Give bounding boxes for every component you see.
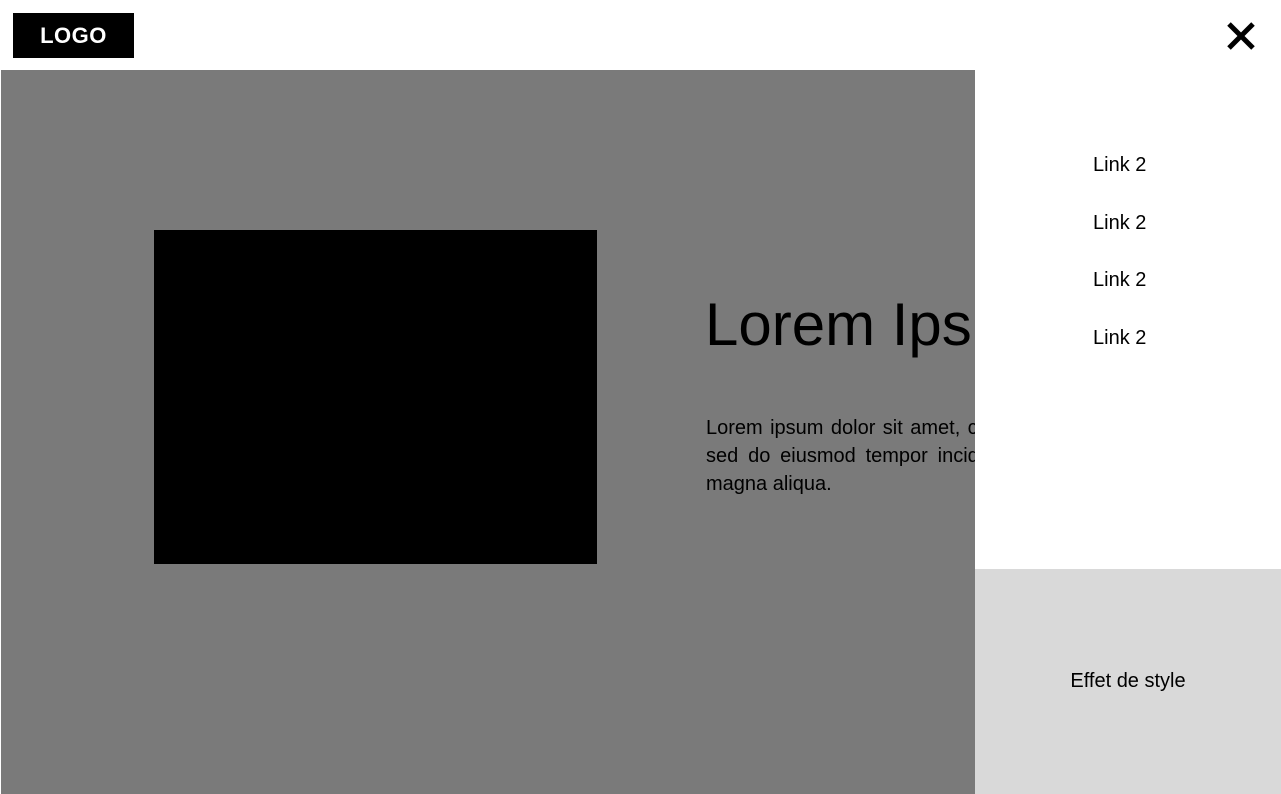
logo[interactable]: LOGO xyxy=(13,13,134,58)
menu-link[interactable]: Link 2 xyxy=(1093,326,1146,350)
menu-link[interactable]: Link 2 xyxy=(1093,153,1146,177)
menu-link[interactable]: Link 2 xyxy=(1093,268,1146,292)
menu-link[interactable]: Link 2 xyxy=(1093,211,1146,235)
menu-links: Link 2 Link 2 Link 2 Link 2 xyxy=(1093,153,1146,383)
style-effect-label: Effet de style xyxy=(1070,670,1186,692)
header: LOGO xyxy=(0,0,1281,70)
close-icon[interactable] xyxy=(1222,17,1260,55)
style-effect-panel: Effet de style xyxy=(975,569,1281,794)
page: LOGO Lorem Ipsum Lorem ipsum dolor sit a… xyxy=(0,0,1281,794)
hero-image-placeholder xyxy=(154,230,597,564)
close-button[interactable] xyxy=(1222,17,1260,55)
side-menu: Link 2 Link 2 Link 2 Link 2 Effet de sty… xyxy=(975,70,1281,794)
